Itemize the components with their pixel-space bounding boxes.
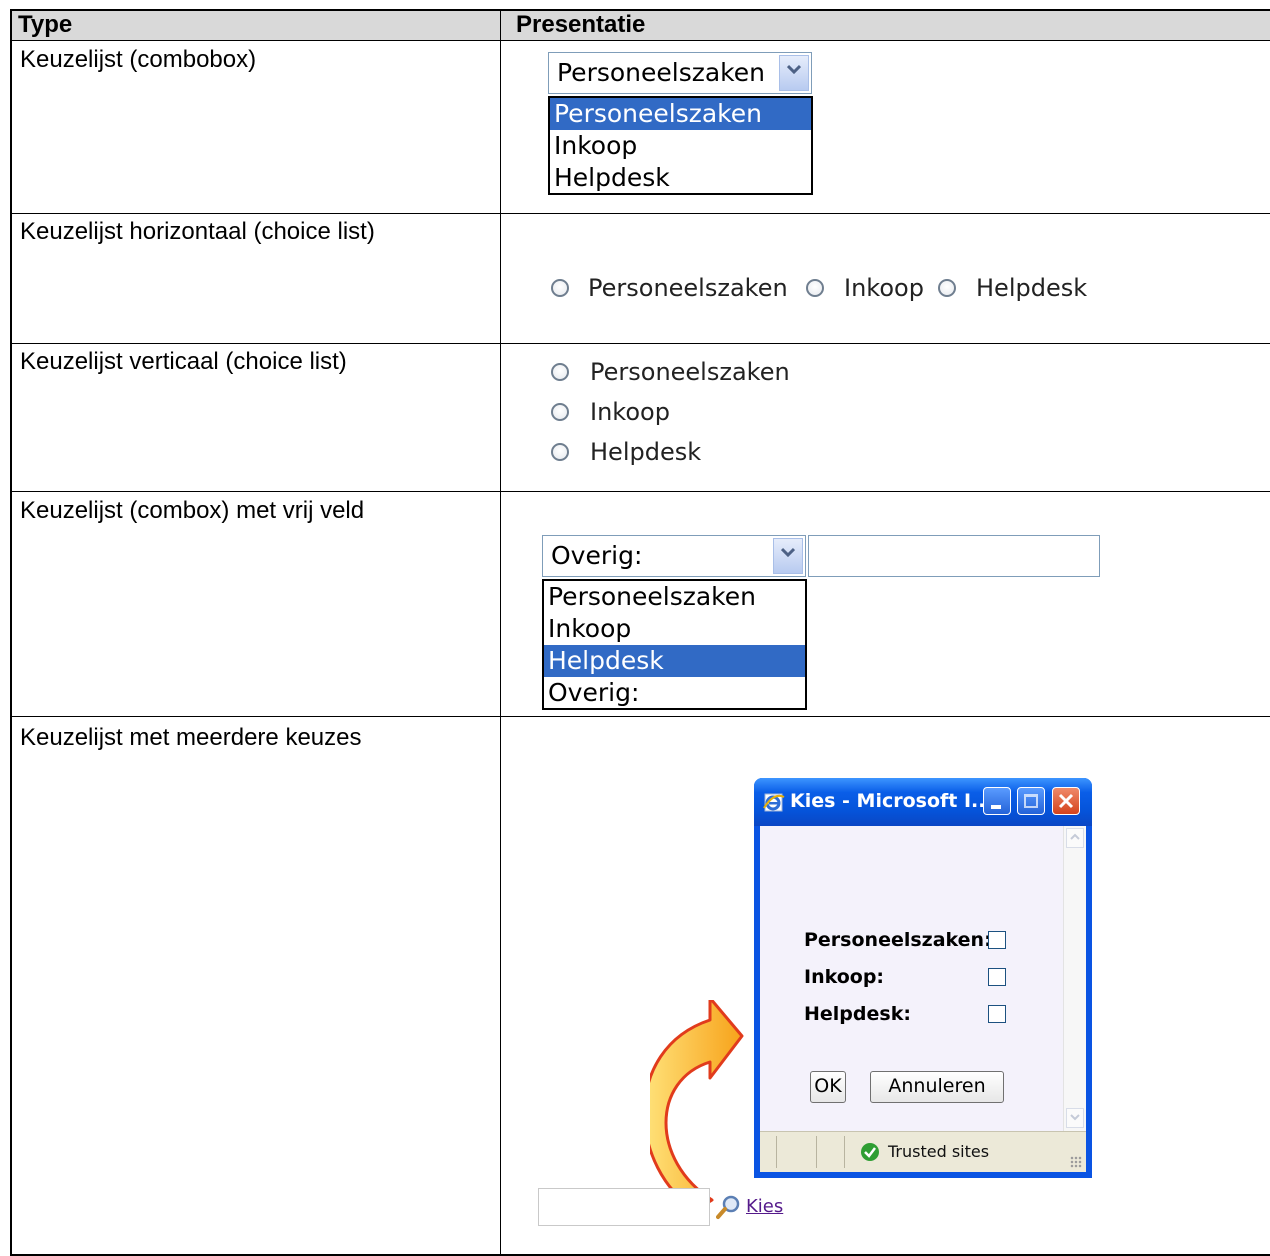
- status-divider: [844, 1136, 845, 1168]
- status-bar: Trusted sites: [760, 1131, 1086, 1172]
- radio-label: Personeelszaken: [588, 274, 788, 302]
- dropdown-option[interactable]: Personeelszaken: [544, 581, 805, 613]
- radio-button[interactable]: [551, 279, 569, 297]
- curved-arrow-icon: [650, 1000, 744, 1212]
- resize-grip-icon[interactable]: [1070, 1156, 1082, 1168]
- free-text-field[interactable]: [808, 535, 1100, 577]
- dialog-item-label: Personeelszaken:: [804, 929, 992, 951]
- grid-line: [10, 40, 1270, 41]
- kies-link[interactable]: Kies: [746, 1196, 783, 1217]
- dropdown-option[interactable]: Personeelszaken: [550, 98, 811, 130]
- grid-line: [10, 9, 12, 1256]
- maximize-icon: [1024, 794, 1038, 808]
- grid-line: [10, 716, 1270, 717]
- dropdown-option[interactable]: Helpdesk: [544, 645, 805, 677]
- ie-icon: [762, 790, 786, 819]
- dropdown-option[interactable]: Helpdesk: [550, 162, 811, 194]
- combobox-value: Overig:: [551, 541, 643, 570]
- combobox[interactable]: Personeelszaken: [548, 52, 812, 94]
- magnifier-icon[interactable]: [716, 1194, 742, 1220]
- minimize-button[interactable]: [983, 787, 1011, 815]
- checkbox[interactable]: [988, 1005, 1006, 1023]
- grid-line: [10, 343, 1270, 344]
- dialog-item-label: Inkoop:: [804, 966, 885, 988]
- close-button[interactable]: [1052, 787, 1080, 815]
- dropdown-option[interactable]: Overig:: [544, 677, 805, 709]
- radio-button[interactable]: [806, 279, 824, 297]
- minimize-icon: [991, 805, 1001, 809]
- radio-button[interactable]: [551, 403, 569, 421]
- checkbox[interactable]: [988, 968, 1006, 986]
- row-label-free-field: Keuzelijst (combox) met vrij veld: [20, 497, 365, 524]
- scroll-down-button[interactable]: [1066, 1108, 1084, 1128]
- dialog-title: Kies - Microsoft I...: [790, 790, 993, 812]
- radio-label: Inkoop: [844, 274, 924, 302]
- row-label-combobox: Keuzelijst (combobox): [20, 46, 257, 73]
- close-icon: [1058, 793, 1074, 809]
- radio-button[interactable]: [551, 443, 569, 461]
- radio-button[interactable]: [938, 279, 956, 297]
- maximize-button[interactable]: [1017, 787, 1045, 815]
- chevron-up-icon: [1070, 833, 1080, 840]
- dropdown-option[interactable]: Inkoop: [550, 130, 811, 162]
- cancel-button[interactable]: Annuleren: [870, 1071, 1004, 1103]
- radio-label: Helpdesk: [976, 274, 1088, 302]
- grid-line: [10, 213, 1270, 214]
- chevron-down-icon[interactable]: [773, 538, 803, 574]
- combobox-value: Personeelszaken: [557, 58, 765, 87]
- status-divider: [816, 1136, 817, 1168]
- grid-line: [10, 491, 1270, 492]
- radio-button[interactable]: [551, 363, 569, 381]
- row-label-multiple: Keuzelijst met meerdere keuzes: [20, 724, 362, 751]
- dialog-item-label: Helpdesk:: [804, 1003, 911, 1025]
- chevron-down-icon: [1070, 1114, 1080, 1121]
- dialog-titlebar[interactable]: Kies - Microsoft I...: [754, 778, 1092, 826]
- radio-label: Personeelszaken: [590, 358, 790, 386]
- combobox-free-dropdown: Personeelszaken Inkoop Helpdesk Overig:: [542, 579, 807, 710]
- row-label-vertical: Keuzelijst verticaal (choice list): [20, 348, 347, 375]
- radio-label: Inkoop: [590, 398, 670, 426]
- dialog-window: Kies - Microsoft I... Personeelszaken: I…: [754, 778, 1092, 1178]
- chevron-down-icon[interactable]: [779, 55, 809, 91]
- combobox-dropdown: Personeelszaken Inkoop Helpdesk: [548, 96, 813, 195]
- status-text: Trusted sites: [888, 1142, 990, 1161]
- combobox-free[interactable]: Overig:: [542, 535, 806, 577]
- grid-line: [500, 9, 501, 1256]
- header-type: Type: [18, 11, 73, 38]
- checkbox[interactable]: [988, 931, 1006, 949]
- check-circle-icon: [861, 1143, 879, 1161]
- header-presentatie: Presentatie: [516, 11, 646, 38]
- radio-label: Helpdesk: [590, 438, 702, 466]
- picker-input[interactable]: [538, 1188, 710, 1226]
- dialog-client-area: Personeelszaken: Inkoop: Helpdesk: OK An…: [760, 826, 1086, 1172]
- ok-button[interactable]: OK: [810, 1071, 846, 1103]
- dropdown-option[interactable]: Inkoop: [544, 613, 805, 645]
- scrollbar[interactable]: [1063, 826, 1086, 1132]
- scroll-up-button[interactable]: [1066, 828, 1084, 848]
- row-label-horizontal: Keuzelijst horizontaal (choice list): [20, 218, 375, 245]
